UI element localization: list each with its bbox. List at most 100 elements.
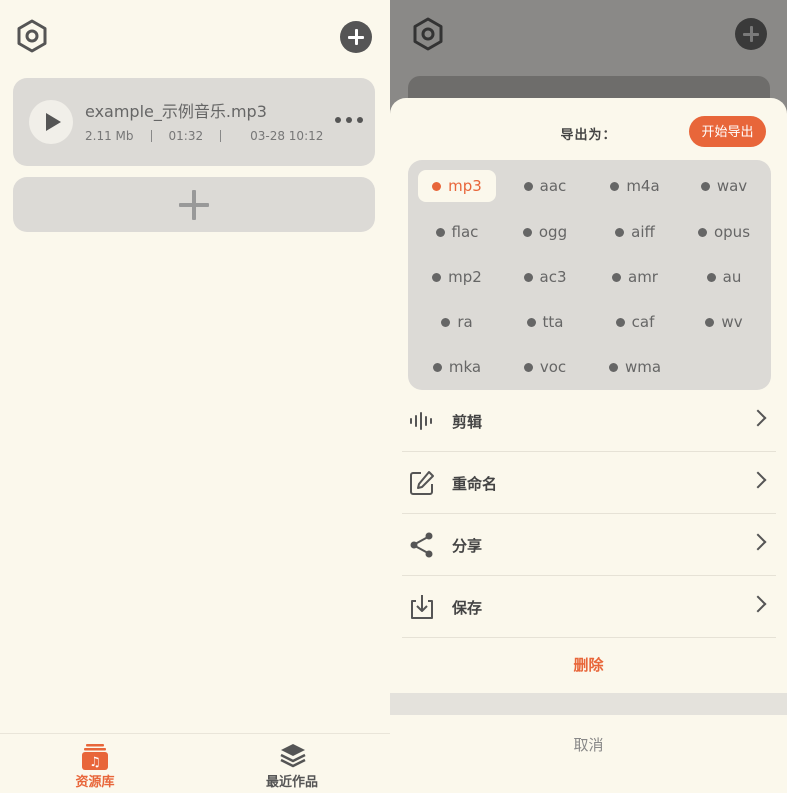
add-top-button (735, 18, 767, 50)
format-label: caf (631, 313, 655, 331)
format-label: aiff (631, 223, 655, 241)
format-label: au (722, 268, 742, 286)
format-option-mp2[interactable]: mp2 (418, 261, 496, 293)
menu-save-label: 保存 (452, 599, 483, 617)
file-name: example_示例音乐.mp3 (85, 102, 267, 121)
radio-dot-icon (523, 181, 533, 191)
format-option-au[interactable]: au (685, 261, 763, 293)
format-option-voc[interactable]: voc (506, 351, 584, 383)
tab-recent-label: 最近作品 (265, 775, 318, 790)
format-label: ra (457, 313, 473, 331)
format-option-ra[interactable]: ra (418, 306, 496, 338)
format-option-mka[interactable]: mka (418, 351, 496, 383)
format-option-aac[interactable]: aac (506, 170, 584, 202)
menu-share[interactable]: 分享 (402, 514, 776, 576)
tab-library[interactable]: ♫ 资源库 (35, 734, 155, 793)
format-label: wav (716, 177, 748, 195)
cancel-button[interactable]: 取消 (390, 734, 787, 755)
menu-edit-label: 剪辑 (452, 413, 483, 431)
delete-button[interactable]: 删除 (390, 654, 787, 675)
format-label: tta (542, 313, 564, 331)
format-option-amr[interactable]: amr (596, 261, 674, 293)
radio-dot-icon (697, 227, 707, 237)
format-option-tta[interactable]: tta (506, 306, 584, 338)
add-file-button[interactable] (13, 177, 375, 232)
waveform-icon (410, 412, 432, 430)
tab-library-label: 资源库 (75, 775, 115, 790)
chevron-right-icon (749, 471, 767, 489)
format-option-aiff[interactable]: aiff (596, 216, 674, 248)
format-option-flac[interactable]: flac (418, 216, 496, 248)
radio-dot-icon (432, 272, 442, 282)
radio-dot-icon (615, 227, 625, 237)
format-label: flac (451, 223, 479, 241)
radio-dot-icon (705, 317, 715, 327)
radio-dot-icon (523, 362, 533, 372)
play-button[interactable] (29, 100, 73, 144)
bottom-navigation: ♫ 资源库 最近作品 (0, 733, 390, 793)
format-label: ac3 (539, 268, 567, 286)
action-sheet: 导出为： 开始导出 mp3 aac m4a wav flac ogg aiff opus mp2… (390, 98, 787, 793)
format-option-m4a[interactable]: m4a (596, 170, 674, 202)
format-label: m4a (626, 177, 660, 195)
play-icon (46, 113, 61, 131)
radio-dot-icon (610, 181, 620, 191)
chevron-right-icon (749, 409, 767, 427)
edit-pencil-icon (410, 471, 434, 495)
format-option-ogg[interactable]: ogg (506, 216, 584, 248)
menu-rename[interactable]: 重命名 (402, 452, 776, 514)
menu-rename-label: 重命名 (452, 475, 498, 493)
sheet-divider (390, 693, 787, 715)
radio-dot-icon (608, 362, 618, 372)
format-option-mp3[interactable]: mp3 (418, 170, 496, 202)
format-label: opus (713, 223, 751, 241)
more-options-icon[interactable] (335, 114, 363, 126)
library-screen: example_示例音乐.mp3 2.11 Mb 01:32 03-28 10:… (0, 0, 390, 793)
add-top-button[interactable] (340, 21, 372, 53)
chevron-right-icon (749, 533, 767, 551)
format-label: mp2 (448, 268, 482, 286)
export-sheet-screen: 导出为： 开始导出 mp3 aac m4a wav flac ogg aiff opus mp2… (390, 0, 787, 793)
tab-recent-works[interactable]: 最近作品 (232, 734, 352, 793)
menu-save[interactable]: 保存 (402, 576, 776, 638)
format-option-wv[interactable]: wv (685, 306, 763, 338)
svg-text:♫: ♫ (89, 755, 101, 770)
format-option-caf[interactable]: caf (596, 306, 674, 338)
format-label: ogg (538, 223, 568, 241)
audio-file-card[interactable]: example_示例音乐.mp3 2.11 Mb 01:32 03-28 10:… (13, 78, 375, 166)
radio-dot-icon (700, 181, 710, 191)
settings-hexagon-icon[interactable] (14, 18, 50, 54)
chevron-right-icon (749, 595, 767, 613)
format-option-wma[interactable]: wma (596, 351, 674, 383)
format-label: mp3 (448, 177, 482, 195)
format-option-wav[interactable]: wav (685, 170, 763, 202)
radio-dot-icon (522, 227, 532, 237)
format-label: amr (628, 268, 658, 286)
radio-dot-icon (612, 272, 621, 282)
format-option-opus[interactable]: opus (685, 216, 763, 248)
format-label: wma (624, 358, 662, 376)
menu-share-label: 分享 (452, 537, 483, 555)
divider (150, 130, 152, 142)
format-option-ac3[interactable]: ac3 (506, 261, 584, 293)
start-export-button[interactable]: 开始导出 (689, 116, 766, 147)
radio-dot-icon (526, 317, 536, 327)
radio-dot-icon (435, 227, 445, 237)
divider (220, 130, 222, 142)
layers-icon (280, 744, 306, 768)
settings-hexagon-icon (410, 16, 446, 52)
format-grid: mp3 aac m4a wav flac ogg aiff opus mp2 ac3 amr au ra… (408, 160, 771, 390)
format-label: mka (448, 358, 482, 376)
file-date: 03-28 10:12 (250, 129, 324, 143)
format-label: wv (721, 313, 743, 331)
radio-dot-icon (523, 272, 533, 282)
file-meta: 2.11 Mb 01:32 03-28 10:12 (85, 129, 323, 143)
radio-dot-icon (441, 317, 451, 327)
radio-dot-icon (432, 181, 442, 191)
radio-dot-icon (706, 272, 716, 282)
radio-dot-icon (615, 317, 625, 327)
menu-edit[interactable]: 剪辑 (402, 390, 776, 452)
music-library-icon: ♫ (82, 744, 108, 770)
format-label: aac (539, 177, 567, 195)
radio-dot-icon (432, 362, 442, 372)
